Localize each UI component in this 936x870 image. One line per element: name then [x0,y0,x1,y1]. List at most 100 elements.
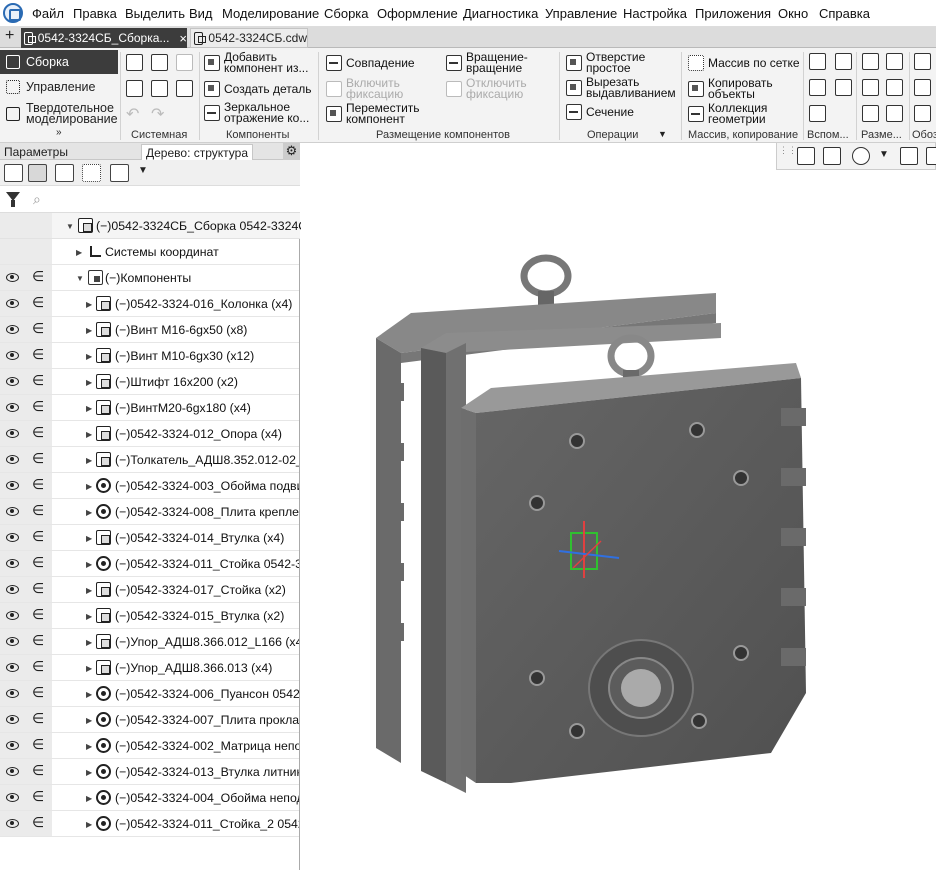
visibility-eye-icon[interactable] [6,819,19,828]
tree-row-component[interactable]: ∈ ▶ (−)Штифт 16x200 (x2) [0,369,299,395]
notes-leader-icon[interactable] [914,53,931,70]
collapsed-caret-icon[interactable]: ▶ [86,742,92,751]
collapsed-caret-icon[interactable]: ▶ [86,378,92,387]
collapsed-caret-icon[interactable]: ▶ [86,482,92,491]
tab-assembly-document[interactable]: 0542-3324СБ_Сборка... × [21,28,187,48]
notes-base-icon[interactable] [914,105,931,122]
aux-point-icon[interactable] [809,79,826,96]
visibility-eye-icon[interactable] [6,325,19,334]
tree-row-component[interactable]: ∈ ▶ (−)0542-3324-017_Стойка (x2) [0,577,299,603]
menu-select[interactable]: Выделить [125,6,185,21]
open-file-icon[interactable] [151,54,168,71]
include-icon[interactable]: ∈ [32,763,44,779]
visibility-eye-icon[interactable] [6,585,19,594]
add-component-button[interactable]: Добавить компонент из... [204,51,316,74]
menu-edit[interactable]: Правка [73,6,117,21]
include-icon[interactable]: ∈ [32,529,44,545]
hole-simple-button[interactable]: Отверстие простое [566,51,656,74]
visibility-eye-icon[interactable] [6,403,19,412]
collapsed-caret-icon[interactable]: ▶ [86,456,92,465]
print-icon[interactable] [126,80,143,97]
include-icon[interactable]: ∈ [32,789,44,805]
tree-row-component[interactable]: ∈ ▶ (−)0542-3324-002_Матрица непод [0,733,299,759]
tab-parameters[interactable]: Параметры [0,144,72,160]
tree-row-component[interactable]: ∈ ▶ (−)ВинтМ20-6gx180 (x4) [0,395,299,421]
include-icon[interactable]: ∈ [32,815,44,831]
rotation-button[interactable]: Вращение-вращение [446,51,546,74]
collapsed-caret-icon[interactable]: ▶ [86,664,92,673]
dimension-auto-icon[interactable] [862,105,879,122]
visibility-eye-icon[interactable] [6,689,19,698]
new-file-icon[interactable] [126,54,143,71]
tree-row-component[interactable]: ∈ ▶ (−)Винт М16-6gx50 (x8) [0,317,299,343]
visibility-eye-icon[interactable] [6,611,19,620]
aux-plane-icon[interactable] [809,53,826,70]
collapsed-caret-icon[interactable]: ▶ [86,794,92,803]
expand-chevron-icon[interactable]: » [56,127,62,138]
include-icon[interactable]: ∈ [32,607,44,623]
menu-modeling[interactable]: Моделирование [222,6,319,21]
tree-sort-icon[interactable] [4,164,23,182]
dimension-chain-icon[interactable] [886,105,903,122]
collapsed-caret-icon[interactable]: ▶ [86,326,92,335]
tree-row-component[interactable]: ∈ ▶ (−)0542-3324-014_Втулка (x4) [0,525,299,551]
cut-extrude-button[interactable]: Вырезать выдавливанием [566,76,678,99]
include-icon[interactable]: ∈ [32,477,44,493]
filter-icon[interactable] [6,192,20,207]
tree-row-component[interactable]: ∈ ▶ (−)0542-3324-006_Пуансон 0542-33 [0,681,299,707]
include-icon[interactable]: ∈ [32,425,44,441]
tree-row-component[interactable]: ∈ ▶ (−)0542-3324-016_Колонка (x4) [0,291,299,317]
collapsed-caret-icon[interactable]: ▶ [86,638,92,647]
tree-row-component[interactable]: ∈ ▶ (−)0542-3324-015_Втулка (x2) [0,603,299,629]
create-part-button[interactable]: Создать деталь [204,81,312,97]
include-icon[interactable]: ∈ [32,347,44,363]
visibility-eye-icon[interactable] [6,533,19,542]
tree-row-component[interactable]: ∈ ▶ (−)0542-3324-003_Обойма подвиж [0,473,299,499]
mode-assembly[interactable]: Сборка [0,50,118,74]
visibility-eye-icon[interactable] [6,637,19,646]
tree-row-component[interactable]: ∈ ▶ (−)Упор_АДШ8.366.012_L166 (x4) [0,629,299,655]
collapsed-caret-icon[interactable]: ▶ [86,586,92,595]
notes-roughness-icon[interactable] [914,79,931,96]
tree-row-component[interactable]: ∈ ▶ (−)0542-3324-012_Опора (x4) [0,421,299,447]
3d-viewport[interactable]: ⋮⋮ ▼ [301,143,936,870]
include-icon[interactable]: ∈ [32,295,44,311]
collapsed-caret-icon[interactable]: ▶ [86,716,92,725]
collapsed-caret-icon[interactable]: ▶ [86,300,92,309]
tree-row-component[interactable]: ∈ ▶ (−)0542-3324-008_Плита креплени [0,499,299,525]
tree-options-dropdown-icon[interactable]: ▼ [138,165,148,176]
tree-row-component[interactable]: ∈ ▶ (−)Винт М10-6gx30 (x12) [0,343,299,369]
collapsed-caret-icon[interactable]: ▶ [86,534,92,543]
include-icon[interactable]: ∈ [32,737,44,753]
tree-row-coord-systems[interactable]: ▶ Системы координат [0,239,299,265]
include-icon[interactable]: ∈ [32,581,44,597]
collapsed-caret-icon[interactable]: ▶ [86,404,92,413]
include-icon[interactable]: ∈ [32,373,44,389]
visibility-eye-icon[interactable] [6,793,19,802]
menu-settings[interactable]: Настройка [623,6,687,21]
dimension-linear-icon[interactable] [862,53,879,70]
tree-filter-list-icon[interactable] [110,164,129,182]
tab-drawing-document[interactable]: 0542-3324СБ.cdw [190,28,308,48]
include-icon[interactable]: ∈ [32,399,44,415]
mode-management[interactable]: Управление [0,75,118,99]
aux-axis-icon[interactable] [835,53,852,70]
section-button[interactable]: Сечение [566,104,634,120]
include-icon[interactable]: ∈ [32,711,44,727]
tree-row-component[interactable]: ∈ ▶ (−)0542-3324-011_Стойка 0542-332 [0,551,299,577]
visibility-eye-icon[interactable] [6,377,19,386]
visibility-eye-icon[interactable] [6,481,19,490]
tree-select-icon[interactable] [82,164,101,182]
collapsed-caret-icon[interactable]: ▶ [86,430,92,439]
save-icon[interactable] [176,54,193,71]
tree-row-component[interactable]: ∈ ▶ (−)0542-3324-013_Втулка литнико [0,759,299,785]
visibility-eye-icon[interactable] [6,507,19,516]
redo-icon[interactable]: ↷ [151,104,164,124]
close-tab-icon[interactable]: × [179,31,187,46]
tree-structure-view-icon[interactable] [28,164,47,182]
include-icon[interactable]: ∈ [32,321,44,337]
mirror-component-button[interactable]: Зеркальное отражение ко... [204,101,316,124]
tree-root-row[interactable]: ▼ (−)0542-3324СБ_Сборка 0542-3324СБ_ [0,213,322,239]
app-logo-icon[interactable] [3,3,23,23]
menu-help[interactable]: Справка [819,6,870,21]
